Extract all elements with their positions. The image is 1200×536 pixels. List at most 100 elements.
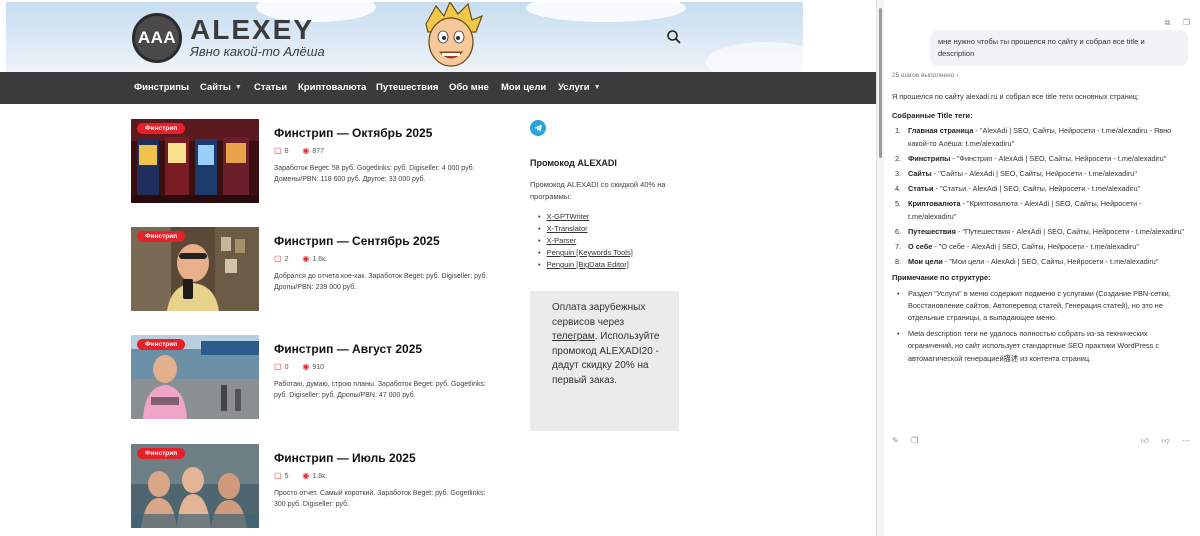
search-icon[interactable] <box>666 29 682 45</box>
page-name: Криптовалюта <box>908 199 961 209</box>
title-value: - "Статьи - AlexAdi | SEO, Сайты, Нейрос… <box>933 184 1141 194</box>
post-card: Финстрип Финстрип — Июль 2025 ▢ 5 ◉ 1.8к. … <box>131 444 485 534</box>
list-item: Penguin [Keywords Tools] <box>538 247 633 259</box>
category-badge[interactable]: Финстрип <box>137 339 186 350</box>
nav-item-about[interactable]: Обо мне <box>449 72 489 104</box>
thumbs-up-icon[interactable]: 👍︎ <box>1141 436 1149 446</box>
copy-icon[interactable]: ❐ <box>911 436 918 445</box>
post-thumbnail[interactable]: Финстрип <box>131 119 259 203</box>
website-viewport: AAA ALEXEY Явно какой-то Алёша Финстрипы… <box>0 0 876 536</box>
post-meta: ▢ 2 ◉ 1.6к. <box>274 254 327 263</box>
chevron-right-icon: › <box>956 72 959 79</box>
page-name: Мои цели <box>908 257 943 267</box>
thumbs-down-icon[interactable]: 👎︎ <box>1161 436 1169 446</box>
comment-count: 8 <box>284 148 289 155</box>
nav-item-articles[interactable]: Статьи <box>254 72 287 104</box>
nav-item-crypto[interactable]: Криптовалюта <box>298 72 366 104</box>
promo-link[interactable]: X-Parser <box>547 236 577 245</box>
nav-item-travel[interactable]: Путешествия <box>376 72 438 104</box>
page-name: Путешествия <box>908 226 956 236</box>
view-count: 1.8к. <box>312 473 328 480</box>
nav-label: Статьи <box>254 82 288 93</box>
promo-link[interactable]: X-GPTWriter <box>547 212 590 221</box>
telegram-plane-glyph <box>534 124 542 132</box>
post-title[interactable]: Финстрип — Август 2025 <box>274 342 422 356</box>
eye-icon: ◉ <box>302 362 310 371</box>
assistant-panel: ⧉ ❐ мне нужно чтобы ты прошелся по сайту… <box>884 0 1200 536</box>
ad-text: Оплата зарубежных сервисов через телегра… <box>552 301 665 388</box>
steps-toggle[interactable]: 25 шагов выполнено › <box>892 72 958 79</box>
comment-count: 5 <box>284 473 289 480</box>
copy-icon[interactable]: ❐ <box>1183 18 1190 27</box>
telegram-link[interactable]: телеграм <box>552 331 595 342</box>
page-name: О себе <box>908 242 933 252</box>
open-external-icon[interactable]: ⧉ <box>1165 18 1171 28</box>
post-excerpt: Заработок Beget: 58 руб. Gogetlinks: руб… <box>274 165 475 183</box>
list-item: X-Parser <box>538 235 633 247</box>
site-name[interactable]: ALEXEY <box>190 14 314 46</box>
category-badge[interactable]: Финстрип <box>137 123 186 134</box>
more-icon[interactable]: ⋯ <box>1182 436 1190 445</box>
chevron-down-icon: ▼ <box>593 84 601 91</box>
comment-count: 0 <box>284 364 289 371</box>
nav-label: Обо мне <box>449 82 489 93</box>
title-value: - "Мои цели - AlexAdi | SEO, Сайты, Нейр… <box>942 257 1159 267</box>
post-meta: ▢ 8 ◉ 877 <box>274 146 324 155</box>
mascot-illustration <box>425 2 484 67</box>
comment-icon: ▢ <box>274 362 282 371</box>
ad-text-part: Оплата зарубежных сервисов через <box>552 302 646 328</box>
promo-link[interactable]: Penguin [Keywords Tools] <box>547 248 633 257</box>
item-number: 6. <box>895 226 902 236</box>
promo-link[interactable]: Penguin [BigData Editor] <box>547 260 629 269</box>
answer-intro: Я прошелся по сайту alexadi.ru и собрал … <box>892 92 1140 101</box>
comment-icon: ▢ <box>274 146 282 155</box>
cloud-decoration <box>526 2 686 22</box>
list-item: Meta description теги не удалось полност… <box>892 328 1192 365</box>
promo-link[interactable]: X-Translator <box>547 224 588 233</box>
main-navigation: Финстрипы Сайты ▼ Статьи Криптовалюта Пут… <box>0 72 876 104</box>
post-card: Финстрип Финстрип — Август 2025 ▢ 0 ◉ 910 … <box>131 335 486 425</box>
nav-item-services[interactable]: Услуги ▼ <box>558 72 601 104</box>
telegram-icon[interactable] <box>530 120 546 136</box>
page-name: Статьи <box>908 184 934 194</box>
view-count: 910 <box>312 364 325 371</box>
category-badge[interactable]: Финстрип <box>137 231 186 242</box>
nav-item-finstrips[interactable]: Финстрипы <box>134 72 189 104</box>
eye-icon: ◉ <box>302 146 310 155</box>
post-excerpt: Добрался до отчета кое-как. Заработок Be… <box>274 273 488 291</box>
promo-links: X-GPTWriter X-Translator X-Parser Pengui… <box>538 211 633 271</box>
page-name: Главная страница <box>908 126 974 136</box>
site-header: AAA ALEXEY Явно какой-то Алёша <box>6 2 803 72</box>
title-value: - "Финстрип - AlexAdi | SEO, Сайты, Нейр… <box>950 153 1167 163</box>
post-title[interactable]: Финстрип — Июль 2025 <box>274 451 416 465</box>
post-thumbnail[interactable]: Финстрип <box>131 227 259 311</box>
scrollbar[interactable] <box>876 0 884 536</box>
titles-heading: Собранные Title теги: <box>892 111 973 121</box>
post-thumbnail[interactable]: Финстрип <box>131 335 259 419</box>
nav-item-goals[interactable]: Мои цели <box>501 72 546 104</box>
promo-title: Промокод ALEXADI <box>530 158 617 168</box>
ad-banner: Оплата зарубежных сервисов через телегра… <box>530 291 679 431</box>
titles-list: 1. Главная страница - "AlexAdi | SEO, Сай… <box>892 125 1192 268</box>
item-number: 1. <box>895 126 902 136</box>
category-badge[interactable]: Финстрип <box>137 448 186 459</box>
notes-list: Раздел "Услуги" в меню содержит подменю … <box>892 288 1192 365</box>
title-value: - "Путешествия - AlexAdi | SEO, Сайты, Н… <box>955 226 1185 236</box>
site-logo[interactable]: AAA <box>132 13 182 63</box>
comment-count: 2 <box>284 256 289 263</box>
nav-label: Мои цели <box>501 82 547 93</box>
item-number: 2. <box>895 153 902 163</box>
scrollbar-thumb[interactable] <box>879 8 882 158</box>
pin-icon[interactable]: ✎ <box>892 436 899 445</box>
post-thumbnail[interactable]: Финстрип <box>131 444 259 528</box>
cloud-decoration <box>706 42 803 72</box>
post-title[interactable]: Финстрип — Сентябрь 2025 <box>274 234 440 248</box>
nav-label: Финстрипы <box>134 82 190 93</box>
post-meta: ▢ 5 ◉ 1.8к. <box>274 471 327 480</box>
comment-icon: ▢ <box>274 471 282 480</box>
list-item: X-GPTWriter <box>538 211 633 223</box>
eye-icon: ◉ <box>302 471 310 480</box>
post-title[interactable]: Финстрип — Октябрь 2025 <box>274 126 432 140</box>
assistant-answer: Я прошелся по сайту alexadi.ru и собрал … <box>892 91 1192 369</box>
nav-item-sites[interactable]: Сайты ▼ <box>200 72 242 104</box>
